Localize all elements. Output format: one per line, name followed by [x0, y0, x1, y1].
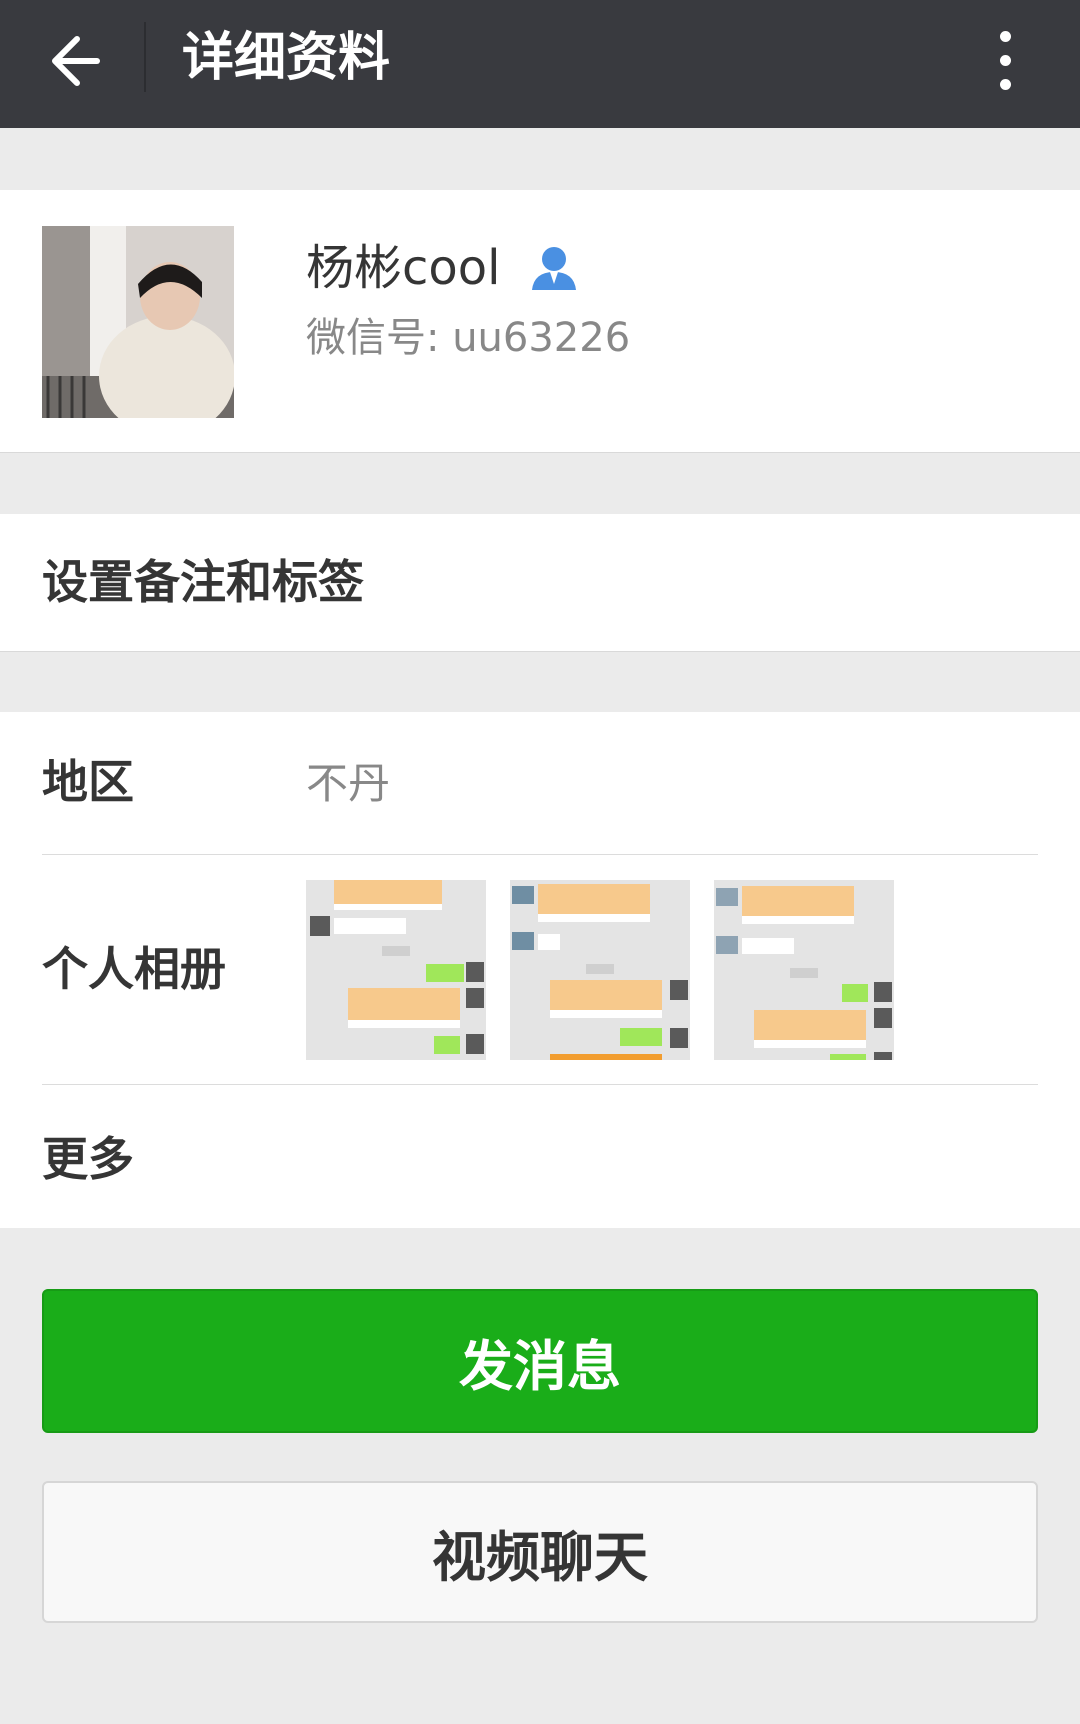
more-row[interactable]: 更多 [0, 1085, 1080, 1228]
profile-card: 杨彬cool 微信号: uu63226 [0, 190, 1080, 453]
send-message-button[interactable]: 发消息 [42, 1289, 1038, 1433]
region-value: 不丹 [306, 759, 391, 808]
top-bar: 详细资料 [0, 0, 1080, 128]
avatar[interactable] [42, 226, 234, 418]
video-call-button[interactable]: 视频聊天 [42, 1481, 1038, 1623]
album-label: 个人相册 [42, 942, 226, 996]
album-thumbnails [306, 880, 894, 1060]
region-row: 地区 不丹 [0, 712, 1080, 854]
set-remark-row[interactable]: 设置备注和标签 [0, 514, 1080, 652]
more-vertical-icon [999, 30, 1011, 42]
back-button[interactable] [40, 26, 110, 96]
album-photo-3[interactable] [714, 880, 894, 1060]
avatar-photo [42, 226, 234, 418]
info-section: 地区 不丹 个人相册 更多 [0, 712, 1080, 1228]
region-label: 地区 [42, 755, 134, 809]
album-photo-2[interactable] [510, 880, 690, 1060]
arrow-left-icon [52, 36, 100, 86]
set-remark-label: 设置备注和标签 [42, 555, 364, 609]
profile-name: 杨彬cool [306, 240, 501, 296]
topbar-divider [144, 22, 146, 92]
wechat-id: 微信号: uu63226 [306, 315, 631, 361]
more-button[interactable] [975, 20, 1035, 100]
more-label: 更多 [42, 1132, 134, 1186]
name-row: 杨彬cool [306, 238, 578, 298]
page-title: 详细资料 [182, 28, 391, 88]
male-user-icon [532, 247, 577, 290]
album-photo-1[interactable] [306, 880, 486, 1060]
